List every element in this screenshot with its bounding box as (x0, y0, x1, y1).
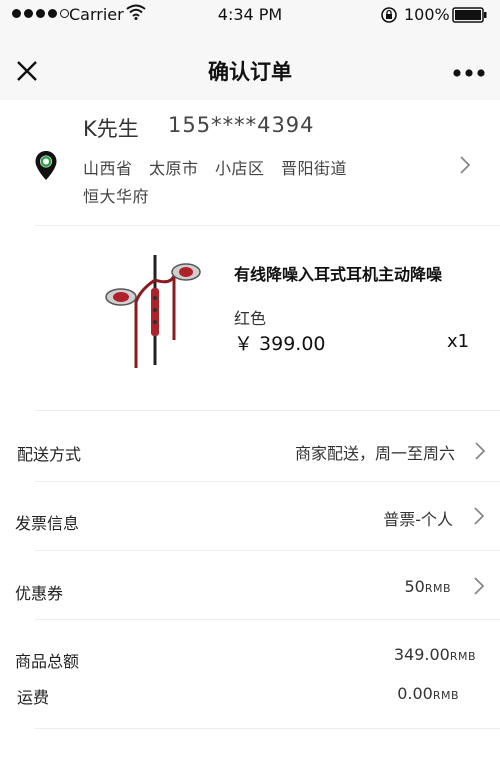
divider (35, 410, 500, 411)
product-quantity: x1 (447, 331, 470, 352)
status-bar: Carrier 4:34 PM 100% (0, 0, 500, 30)
recipient-phone: 155****4394 (168, 113, 315, 137)
divider (35, 728, 500, 729)
battery-percent: 100% (404, 5, 450, 24)
page-title: 确认订单 (208, 60, 292, 84)
product-color: 红色 (234, 309, 267, 328)
invoice-chevron-icon (473, 506, 485, 530)
address-line-region: 山西省 太原市 小店区 晋阳街道 (83, 159, 348, 178)
location-pin-icon (34, 150, 58, 182)
rotation-lock-icon (380, 6, 398, 28)
delivery-method-label: 配送方式 (17, 445, 82, 464)
goods-total-label: 商品总额 (15, 652, 80, 671)
delivery-chevron-icon (474, 441, 486, 465)
invoice-label: 发票信息 (15, 514, 80, 533)
more-icon[interactable] (452, 64, 486, 77)
shipping-fee-label: 运费 (17, 688, 50, 707)
coupon-value: 50RMB (404, 577, 451, 596)
divider (35, 225, 500, 226)
invoice-value: 普票-个人 (383, 510, 453, 529)
battery-icon (452, 7, 488, 27)
product-name[interactable]: 有线降噪入耳式耳机主动降噪 (234, 261, 442, 285)
shipping-fee-value: 0.00RMB (397, 684, 459, 703)
coupon-label: 优惠券 (15, 584, 64, 603)
divider (35, 550, 500, 551)
delivery-method-value: 商家配送，周一至周六 (294, 444, 455, 463)
address-chevron-icon (459, 155, 471, 179)
product-image (100, 250, 210, 375)
coupon-chevron-icon (473, 576, 485, 600)
divider (35, 619, 500, 620)
goods-total-value: 349.00RMB (393, 645, 476, 664)
recipient-name: K先生 (83, 117, 139, 141)
divider (35, 481, 500, 482)
product-price: ￥ 399.00 (234, 333, 326, 355)
address-line-detail: 恒大华府 (83, 187, 150, 206)
